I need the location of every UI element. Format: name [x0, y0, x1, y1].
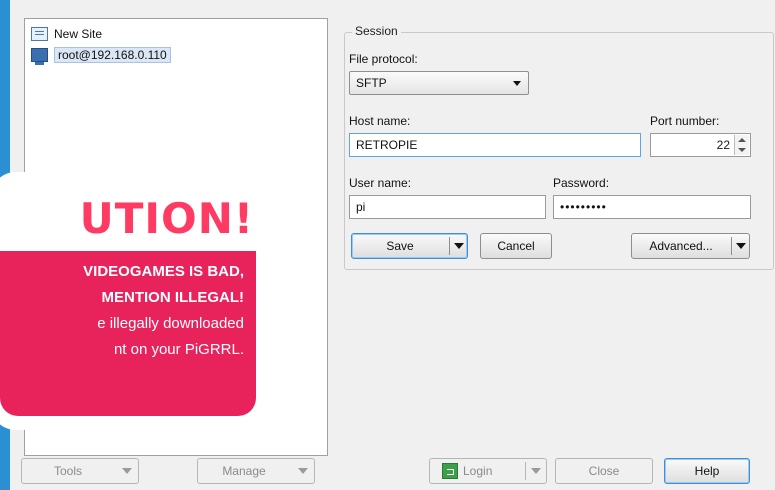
login-dropdown-icon	[531, 468, 541, 474]
login-button[interactable]: Login	[429, 458, 547, 484]
file-protocol-label: File protocol:	[349, 52, 418, 66]
caution-title: UTION!	[79, 194, 254, 243]
close-button[interactable]: Close	[555, 458, 653, 484]
caution-line-4: nt on your PiGRRL.	[113, 341, 244, 358]
monitor-icon	[31, 48, 48, 65]
save-button[interactable]: Save	[351, 233, 468, 259]
user-name-label: User name:	[349, 176, 412, 190]
port-number-value: 22	[716, 138, 730, 152]
port-number-label: Port number:	[650, 114, 720, 128]
help-button[interactable]: Help	[664, 458, 750, 484]
tree-item-label: New Site	[54, 27, 103, 41]
tree-item-new-site[interactable]: New Site	[31, 25, 102, 43]
session-legend: Session	[352, 24, 401, 38]
caution-line-1: VIDEOGAMES IS BAD,	[83, 263, 244, 280]
tools-dropdown-icon	[122, 468, 132, 474]
spin-down-icon[interactable]	[738, 148, 746, 152]
split-divider	[449, 237, 450, 255]
spin-up-icon[interactable]	[738, 138, 746, 142]
host-name-field[interactable]: RETROPIE	[349, 133, 641, 157]
new-site-icon	[31, 27, 48, 41]
caution-line-3: e illegally downloaded	[97, 315, 244, 332]
advanced-dropdown-icon[interactable]	[736, 243, 746, 249]
login-icon	[442, 463, 458, 479]
login-button-label: Login	[463, 464, 493, 478]
tools-button-label: Tools	[53, 464, 82, 478]
manage-button[interactable]: Manage	[197, 458, 315, 484]
save-button-label: Save	[386, 239, 414, 253]
caution-body: VIDEOGAMES IS BAD, MENTION ILLEGAL! e il…	[0, 251, 256, 416]
user-name-field[interactable]: pi	[349, 195, 546, 219]
file-protocol-select[interactable]: SFTP	[349, 71, 529, 95]
tree-item-label: root@192.168.0.110	[54, 47, 171, 63]
manage-dropdown-icon	[298, 468, 308, 474]
tree-item-root-site[interactable]: root@192.168.0.110	[31, 46, 171, 65]
caution-line-2: MENTION ILLEGAL!	[101, 289, 245, 306]
file-protocol-value: SFTP	[356, 76, 387, 90]
split-divider	[731, 237, 732, 255]
port-number-field[interactable]: 22	[650, 133, 751, 157]
cancel-button[interactable]: Cancel	[480, 233, 552, 259]
chevron-down-icon	[513, 81, 521, 86]
port-spinner[interactable]	[734, 135, 749, 155]
split-divider	[525, 462, 526, 480]
password-field[interactable]: •••••••••	[553, 195, 751, 219]
password-label: Password:	[553, 176, 610, 190]
save-dropdown-icon[interactable]	[454, 243, 464, 249]
advanced-button-label: Advanced...	[649, 239, 713, 253]
tools-button[interactable]: Tools	[21, 458, 139, 484]
login-button-content: Login	[442, 463, 492, 479]
advanced-button[interactable]: Advanced...	[631, 233, 750, 259]
host-name-label: Host name:	[349, 114, 411, 128]
manage-button-label: Manage	[222, 464, 266, 478]
